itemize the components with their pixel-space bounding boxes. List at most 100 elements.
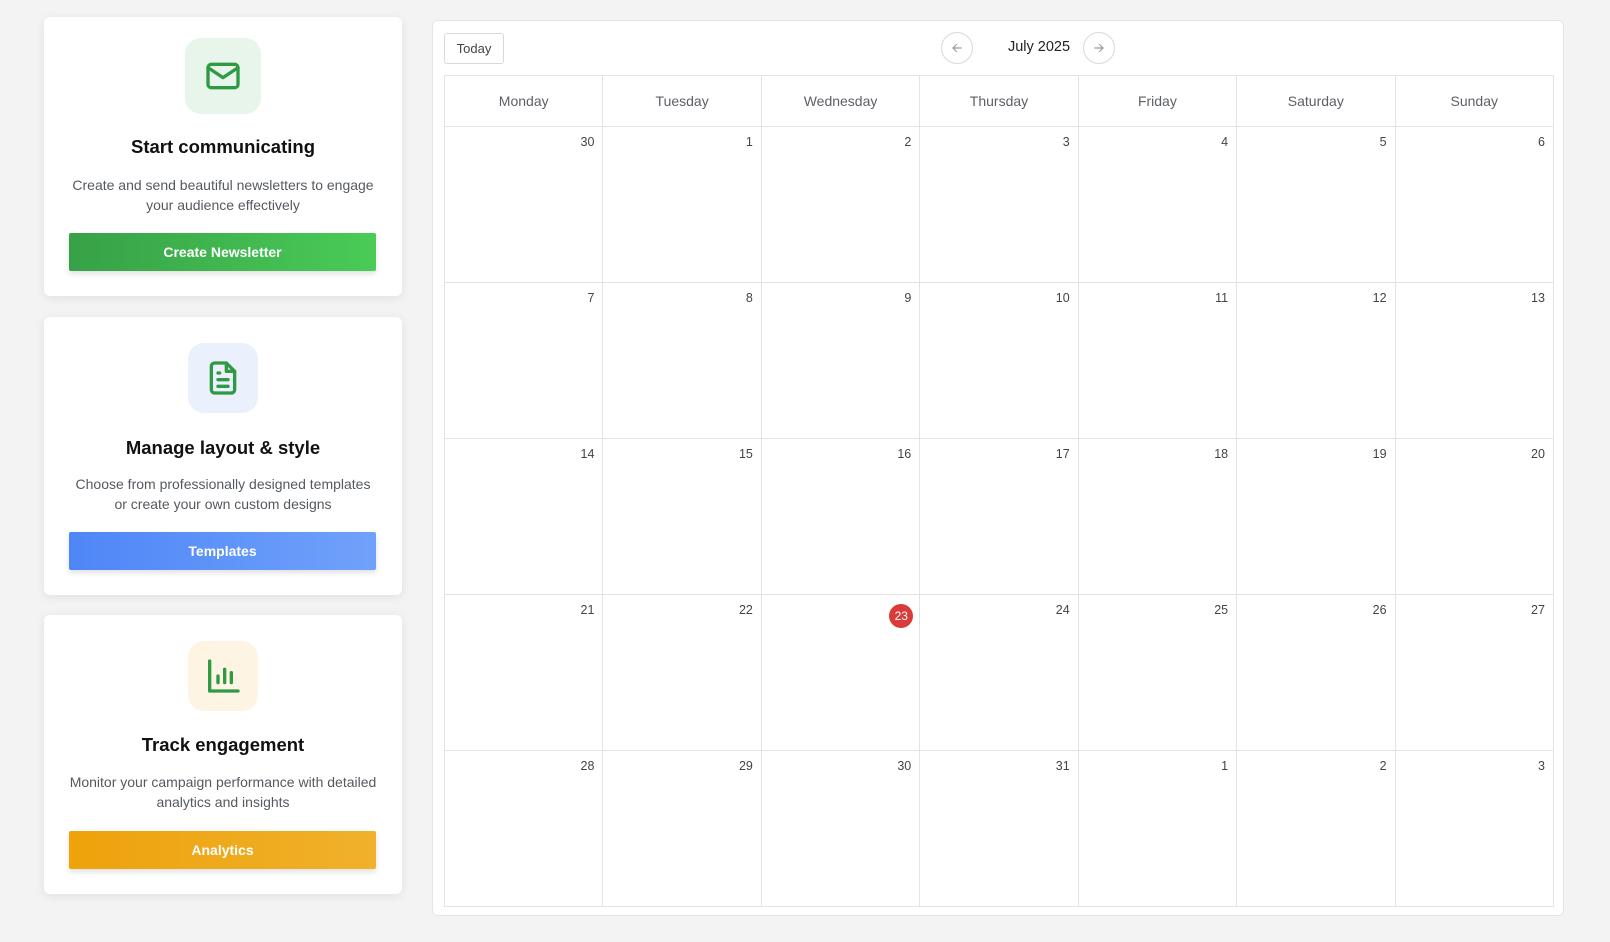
- day-number: 13: [1531, 291, 1545, 305]
- card-title: Track engagement: [141, 734, 305, 755]
- card-description: Monitor your campaign performance with d…: [69, 774, 377, 810]
- day-number: 15: [738, 447, 753, 461]
- day-number: 29: [738, 759, 753, 773]
- create-newsletter-button[interactable]: Create Newsletter: [69, 233, 376, 271]
- calendar-day-cell[interactable]: 2: [762, 127, 921, 282]
- analytics-button[interactable]: Analytics: [69, 831, 376, 869]
- calendar-day-cell[interactable]: 30: [762, 751, 921, 906]
- calendar-day-cell[interactable]: 18: [1079, 439, 1238, 594]
- calendar-day-cell[interactable]: 15: [603, 439, 762, 594]
- day-number: 17: [1055, 447, 1070, 461]
- day-number: 25: [1214, 603, 1229, 617]
- day-number: 11: [1215, 291, 1229, 305]
- weekday-label: Wednesday: [762, 76, 921, 126]
- day-number: 20: [1531, 447, 1545, 461]
- calendar-day-cell[interactable]: 10: [920, 283, 1079, 438]
- calendar-day-cell[interactable]: 9: [762, 283, 921, 438]
- calendar-day-cell[interactable]: 12: [1237, 283, 1396, 438]
- calendar-day-cell[interactable]: 14: [445, 439, 604, 594]
- day-number: 3: [1538, 759, 1545, 773]
- prev-month-button[interactable]: [941, 32, 973, 64]
- weekday-label: Monday: [445, 76, 604, 126]
- calendar-grid: Monday Tuesday Wednesday Thursday Friday…: [444, 75, 1554, 907]
- calendar-day-cell[interactable]: 19: [1237, 439, 1396, 594]
- day-number: 22: [738, 603, 753, 617]
- card-description: Choose from professionally designed temp…: [75, 476, 371, 512]
- today-day-number: 23: [889, 604, 914, 628]
- mail-icon: [206, 62, 240, 90]
- day-number: 14: [580, 447, 595, 461]
- day-number: 2: [1379, 759, 1387, 773]
- calendar-day-cell[interactable]: 28: [445, 751, 604, 906]
- day-number: 31: [1055, 759, 1070, 773]
- calendar-day-cell[interactable]: 1: [1079, 751, 1238, 906]
- calendar-day-cell[interactable]: 22: [603, 595, 762, 750]
- calendar-day-cell[interactable]: 27: [1396, 595, 1553, 750]
- calendar-day-cell[interactable]: 13: [1396, 283, 1553, 438]
- calendar-day-cell[interactable]: 16: [762, 439, 921, 594]
- document-icon-box: [188, 343, 258, 413]
- day-number: 1: [745, 135, 753, 149]
- calendar: Today July 2025 Monday Tuesday Wednesday…: [432, 20, 1564, 916]
- calendar-day-cell[interactable]: 31: [920, 751, 1079, 906]
- calendar-day-cell[interactable]: 23: [762, 595, 921, 750]
- day-number: 8: [745, 291, 753, 305]
- calendar-week-row: 21 22 23 24 25 26 27: [445, 595, 1553, 751]
- calendar-day-cell[interactable]: 7: [445, 283, 604, 438]
- next-month-button[interactable]: [1083, 32, 1115, 64]
- bar-chart-icon-box: [188, 641, 258, 711]
- calendar-day-cell[interactable]: 4: [1079, 127, 1238, 282]
- calendar-day-cell[interactable]: 21: [445, 595, 604, 750]
- calendar-day-cell[interactable]: 20: [1396, 439, 1553, 594]
- calendar-week-row: 7 8 9 10 11 12 13: [445, 283, 1553, 439]
- calendar-day-cell[interactable]: 25: [1079, 595, 1238, 750]
- day-number: 7: [587, 291, 595, 305]
- day-number: 21: [580, 603, 595, 617]
- calendar-day-cell[interactable]: 17: [920, 439, 1079, 594]
- day-number: 16: [897, 447, 912, 461]
- newsletter-card: Start communicating Create and send beau…: [44, 17, 402, 296]
- calendar-day-cell[interactable]: 29: [603, 751, 762, 906]
- day-number: 9: [904, 291, 912, 305]
- day-number: 24: [1055, 603, 1070, 617]
- weekday-label: Thursday: [920, 76, 1079, 126]
- mail-icon-box: [185, 38, 261, 114]
- calendar-day-cell[interactable]: 24: [920, 595, 1079, 750]
- calendar-day-cell[interactable]: 8: [603, 283, 762, 438]
- day-number: 5: [1379, 135, 1387, 149]
- calendar-day-cell[interactable]: 2: [1237, 751, 1396, 906]
- weekday-label: Saturday: [1237, 76, 1396, 126]
- calendar-day-cell[interactable]: 1: [603, 127, 762, 282]
- templates-button[interactable]: Templates: [69, 532, 376, 570]
- weekday-label: Sunday: [1450, 93, 1498, 109]
- day-number: 2: [904, 135, 912, 149]
- card-description: Create and send beautiful newsletters to…: [72, 177, 374, 213]
- calendar-day-cell[interactable]: 3: [920, 127, 1079, 282]
- arrow-right-icon: [1094, 43, 1104, 53]
- bar-chart-icon: [208, 659, 240, 693]
- today-button[interactable]: Today: [444, 33, 504, 64]
- day-number: 12: [1372, 291, 1387, 305]
- document-icon: [209, 361, 237, 395]
- calendar-day-cell[interactable]: 6: [1396, 127, 1553, 282]
- calendar-day-cell[interactable]: 30: [445, 127, 604, 282]
- day-number: 4: [1221, 135, 1229, 149]
- day-number: 26: [1372, 603, 1387, 617]
- day-number: 18: [1214, 447, 1229, 461]
- weekday-label: Friday: [1079, 76, 1238, 126]
- day-number: 3: [1062, 135, 1070, 149]
- day-number: 30: [580, 135, 595, 149]
- day-number: 19: [1372, 447, 1387, 461]
- templates-card: Manage layout & style Choose from profes…: [44, 317, 402, 595]
- calendar-day-cell[interactable]: 26: [1237, 595, 1396, 750]
- calendar-week-row: 28 29 30 31 1 2 3: [445, 751, 1553, 906]
- day-number: 30: [897, 759, 912, 773]
- day-number: 28: [580, 759, 595, 773]
- day-number: 27: [1531, 603, 1545, 617]
- calendar-day-cell[interactable]: 5: [1237, 127, 1396, 282]
- calendar-day-cell[interactable]: 11: [1079, 283, 1238, 438]
- calendar-week-row: 14 15 16 17 18 19 20: [445, 439, 1553, 595]
- calendar-week-row: 30 1 2 3 4 5 6: [445, 127, 1553, 283]
- day-number: 10: [1055, 291, 1070, 305]
- calendar-day-cell[interactable]: 3: [1396, 751, 1553, 906]
